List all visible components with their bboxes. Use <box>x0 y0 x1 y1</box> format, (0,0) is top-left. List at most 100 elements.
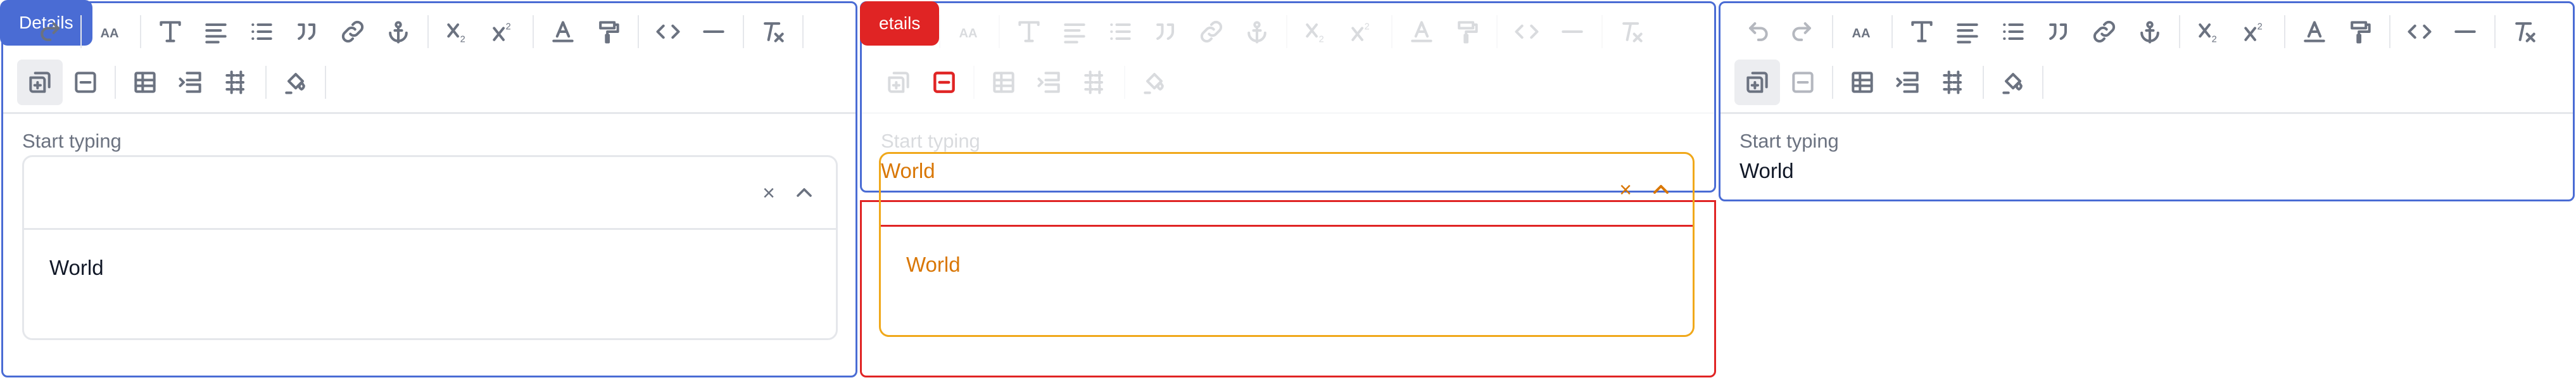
toolbar-row-2 <box>3 58 332 107</box>
redo-icon[interactable] <box>1780 9 1826 54</box>
bullet-list-icon[interactable] <box>1097 9 1143 54</box>
anchor-icon[interactable] <box>1234 9 1280 54</box>
remove-row-icon[interactable] <box>921 60 967 105</box>
anchor-icon[interactable] <box>376 9 421 54</box>
merge-cells-icon[interactable] <box>168 60 213 105</box>
text-color-icon[interactable] <box>2292 9 2337 54</box>
code-icon[interactable] <box>645 9 691 54</box>
quote-icon[interactable] <box>2036 9 2081 54</box>
select-control[interactable]: × <box>881 154 1693 227</box>
code-icon[interactable] <box>2397 9 2442 54</box>
code-icon[interactable] <box>1504 9 1550 54</box>
subscript-icon[interactable]: 2 <box>435 9 481 54</box>
toolbar-separator <box>325 66 326 99</box>
editor-panel-1: AA 2 2 Start typing × World <box>1 1 857 377</box>
font-size-icon[interactable]: AA <box>88 9 134 54</box>
superscript-icon[interactable]: 2 <box>1339 9 1385 54</box>
bullet-list-icon[interactable] <box>1990 9 2036 54</box>
field-label: Start typing <box>22 130 122 152</box>
svg-text:2: 2 <box>1365 22 1370 32</box>
text-style-icon[interactable] <box>148 9 193 54</box>
toolbar-separator <box>1983 66 1984 99</box>
toolbar-separator <box>115 66 116 99</box>
select-control[interactable]: × <box>24 157 836 230</box>
superscript-icon[interactable]: 2 <box>2232 9 2278 54</box>
toolbar-row-1: AA 2 2 <box>1720 7 2548 56</box>
fill-color-icon[interactable] <box>1990 60 2036 105</box>
toolbar-separator <box>743 15 744 48</box>
text-style-icon[interactable] <box>1899 9 1945 54</box>
toolbar-separator <box>802 15 804 48</box>
anchor-icon[interactable] <box>2127 9 2173 54</box>
add-row-icon[interactable] <box>17 60 63 105</box>
horizontal-rule-icon[interactable] <box>691 9 736 54</box>
superscript-icon[interactable]: 2 <box>481 9 526 54</box>
bullet-list-icon[interactable] <box>239 9 284 54</box>
remove-row-icon[interactable] <box>63 60 108 105</box>
table-icon[interactable] <box>981 60 1026 105</box>
toolbar-divider <box>862 112 1714 114</box>
fill-color-icon[interactable] <box>273 60 319 105</box>
select-option[interactable]: World <box>49 256 104 280</box>
align-icon[interactable] <box>1052 9 1097 54</box>
add-row-icon[interactable] <box>1734 60 1780 105</box>
link-icon[interactable] <box>2081 9 2127 54</box>
horizontal-rule-icon[interactable] <box>2442 9 2488 54</box>
toolbar-row-2 <box>1720 58 2050 107</box>
toolbar-separator <box>1124 66 1125 99</box>
link-icon[interactable] <box>330 9 376 54</box>
table-icon[interactable] <box>122 60 168 105</box>
text-style-icon[interactable] <box>1006 9 1052 54</box>
toolbar-separator <box>999 15 1000 48</box>
split-cells-icon[interactable] <box>213 60 259 105</box>
toolbar-row-2 <box>862 58 1177 107</box>
table-icon[interactable] <box>1840 60 1885 105</box>
toolbar-divider <box>1720 112 2573 114</box>
quote-icon[interactable] <box>1143 9 1189 54</box>
chevron-up-icon[interactable] <box>792 180 817 205</box>
split-cells-icon[interactable] <box>1931 60 1976 105</box>
toolbar-separator <box>80 15 82 48</box>
select-dropdown[interactable]: × World <box>22 155 838 340</box>
toolbar-separator <box>1832 66 1833 99</box>
align-icon[interactable] <box>193 9 239 54</box>
quote-icon[interactable] <box>284 9 330 54</box>
fill-color-icon[interactable] <box>1132 60 1177 105</box>
editor-panel-3: AA 2 2 Start typing World <box>1719 1 2575 201</box>
toolbar-divider <box>3 112 856 114</box>
merge-cells-icon[interactable] <box>1885 60 1931 105</box>
add-row-icon[interactable] <box>876 60 921 105</box>
horizontal-rule-icon[interactable] <box>1550 9 1595 54</box>
toolbar-separator <box>533 15 534 48</box>
paint-roller-icon[interactable] <box>1444 9 1490 54</box>
toolbar-separator <box>1832 15 1833 48</box>
clear-format-icon[interactable] <box>750 9 796 54</box>
align-icon[interactable] <box>1945 9 1990 54</box>
field-value: World <box>1739 159 1794 182</box>
redo-icon[interactable] <box>28 9 74 54</box>
subscript-icon[interactable]: 2 <box>2187 9 2232 54</box>
chevron-up-icon[interactable] <box>1648 177 1674 202</box>
clear-icon[interactable]: × <box>762 181 775 206</box>
toolbar-separator <box>2042 66 2043 99</box>
merge-cells-icon[interactable] <box>1026 60 1072 105</box>
toolbar-row-1: AA 2 2 <box>862 7 1655 56</box>
undo-icon[interactable] <box>1734 9 1780 54</box>
paint-roller-icon[interactable] <box>586 9 631 54</box>
toolbar-separator <box>2494 15 2496 48</box>
select-dropdown-error[interactable]: × World <box>879 152 1695 337</box>
select-option[interactable]: World <box>906 253 961 277</box>
font-size-icon[interactable]: AA <box>947 9 992 54</box>
text-color-icon[interactable] <box>1399 9 1444 54</box>
split-cells-icon[interactable] <box>1072 60 1118 105</box>
clear-icon[interactable]: × <box>1619 178 1632 203</box>
paint-roller-icon[interactable] <box>2337 9 2383 54</box>
clear-format-icon[interactable] <box>2502 9 2548 54</box>
link-icon[interactable] <box>1189 9 1234 54</box>
subscript-icon[interactable]: 2 <box>1294 9 1339 54</box>
clear-format-icon[interactable] <box>1609 9 1655 54</box>
text-color-icon[interactable] <box>540 9 586 54</box>
font-size-icon[interactable]: AA <box>1840 9 1885 54</box>
toolbar-separator <box>427 15 429 48</box>
remove-row-icon[interactable] <box>1780 60 1826 105</box>
